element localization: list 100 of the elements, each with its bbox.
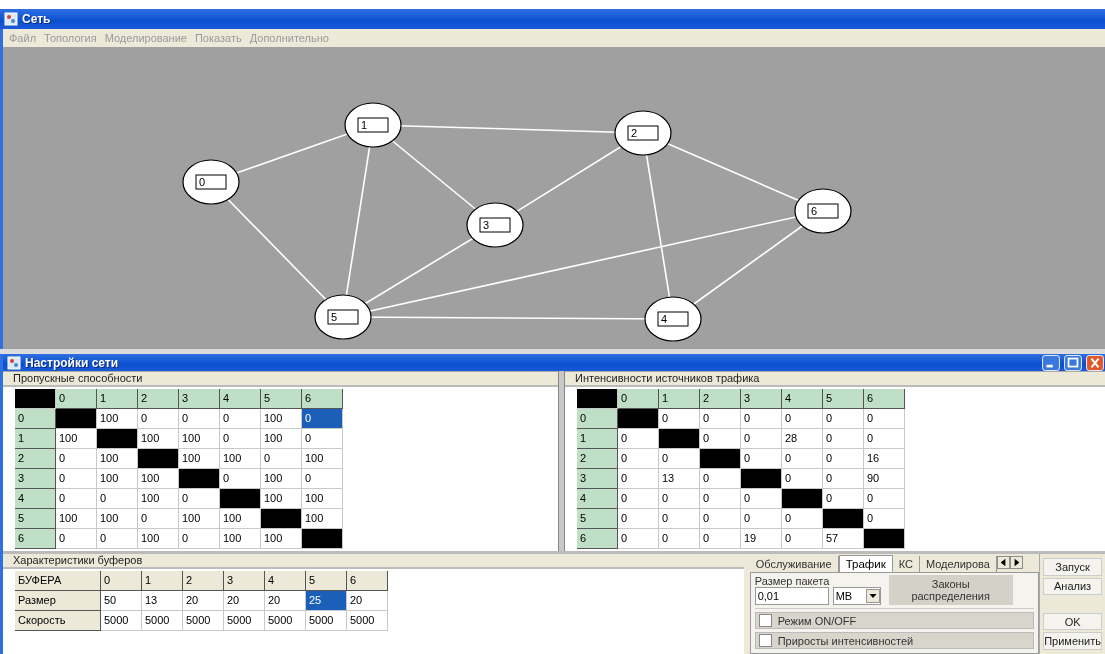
table-cell[interactable]: 0 bbox=[179, 489, 220, 509]
checkbox[interactable] bbox=[758, 614, 772, 627]
table-cell[interactable]: 0 bbox=[659, 529, 700, 549]
minimize-icon[interactable] bbox=[1041, 354, 1061, 371]
table-cell[interactable]: 0 bbox=[261, 449, 302, 469]
table-cell[interactable]: 0 bbox=[741, 509, 782, 529]
table-cell[interactable]: 0 bbox=[618, 529, 659, 549]
table-cell[interactable]: 100 bbox=[261, 529, 302, 549]
table-cell[interactable]: 0 bbox=[56, 449, 97, 469]
table-cell[interactable]: 0 bbox=[302, 409, 343, 429]
table-cell[interactable]: 5000 bbox=[101, 611, 142, 631]
table-cell[interactable]: 100 bbox=[97, 449, 138, 469]
table-cell[interactable]: 0 bbox=[864, 509, 905, 529]
table-cell[interactable]: 100 bbox=[179, 429, 220, 449]
table-cell[interactable]: 100 bbox=[138, 429, 179, 449]
table-cell[interactable]: 90 bbox=[864, 469, 905, 489]
table-cell[interactable]: 0 bbox=[741, 489, 782, 509]
table-cell[interactable]: 5000 bbox=[142, 611, 183, 631]
table-cell[interactable]: 100 bbox=[138, 469, 179, 489]
table-cell[interactable]: 19 bbox=[741, 529, 782, 549]
action-button[interactable]: Анализ bbox=[1043, 577, 1102, 596]
table-cell[interactable]: 20 bbox=[265, 591, 306, 611]
table-cell[interactable]: 0 bbox=[659, 409, 700, 429]
table-cell[interactable]: 13 bbox=[142, 591, 183, 611]
table-cell[interactable]: 0 bbox=[782, 409, 823, 429]
table-cell[interactable]: 0 bbox=[220, 409, 261, 429]
table-cell[interactable]: 100 bbox=[261, 489, 302, 509]
table-cell[interactable]: 0 bbox=[823, 409, 864, 429]
table-cell[interactable]: 0 bbox=[823, 429, 864, 449]
table-cell[interactable]: 100 bbox=[138, 529, 179, 549]
table-cell[interactable]: 0 bbox=[700, 509, 741, 529]
table-cell[interactable]: 5000 bbox=[306, 611, 347, 631]
table-cell[interactable]: 5000 bbox=[347, 611, 388, 631]
table-cell[interactable]: 0 bbox=[659, 449, 700, 469]
table-cell[interactable]: 0 bbox=[864, 429, 905, 449]
table-cell[interactable]: 100 bbox=[138, 489, 179, 509]
table-cell[interactable]: 50 bbox=[101, 591, 142, 611]
distribution-laws-button[interactable]: Законы распределения bbox=[888, 575, 1013, 605]
table-cell[interactable]: 0 bbox=[864, 409, 905, 429]
table-cell[interactable]: 0 bbox=[618, 429, 659, 449]
table-cell[interactable]: 20 bbox=[224, 591, 265, 611]
table-cell[interactable]: 0 bbox=[782, 469, 823, 489]
table-cell[interactable]: 0 bbox=[741, 429, 782, 449]
table-cell[interactable]: 100 bbox=[220, 449, 261, 469]
table-cell[interactable]: 0 bbox=[700, 469, 741, 489]
action-button[interactable]: Запуск bbox=[1043, 558, 1102, 576]
table-cell[interactable]: 0 bbox=[138, 509, 179, 529]
table-cell[interactable]: 5000 bbox=[183, 611, 224, 631]
packet-size-field[interactable]: 0,01 bbox=[754, 587, 829, 605]
table-cell[interactable]: 100 bbox=[220, 509, 261, 529]
table-cell[interactable]: 0 bbox=[782, 509, 823, 529]
scroll-right-icon[interactable] bbox=[1009, 556, 1023, 569]
table-cell[interactable]: 0 bbox=[823, 489, 864, 509]
table-cell[interactable]: 100 bbox=[56, 429, 97, 449]
table-cell[interactable]: 0 bbox=[97, 489, 138, 509]
table-cell[interactable]: 0 bbox=[179, 409, 220, 429]
table-cell[interactable]: 0 bbox=[659, 509, 700, 529]
action-button[interactable]: Применить bbox=[1043, 632, 1102, 650]
table-cell[interactable]: 0 bbox=[302, 469, 343, 489]
table-cell[interactable]: 100 bbox=[302, 509, 343, 529]
table-cell[interactable]: 100 bbox=[56, 509, 97, 529]
table-cell[interactable]: 0 bbox=[97, 529, 138, 549]
table-cell[interactable]: 0 bbox=[782, 529, 823, 549]
tab[interactable]: Трафик bbox=[838, 555, 893, 572]
table-cell[interactable]: 0 bbox=[700, 429, 741, 449]
maximize-icon[interactable] bbox=[1063, 354, 1083, 371]
table-cell[interactable]: 100 bbox=[97, 509, 138, 529]
table-cell[interactable]: 5000 bbox=[265, 611, 306, 631]
table-cell[interactable]: 0 bbox=[220, 429, 261, 449]
unit-dropdown[interactable]: MB bbox=[832, 587, 881, 605]
table-cell[interactable]: 100 bbox=[261, 409, 302, 429]
table-cell[interactable]: 100 bbox=[220, 529, 261, 549]
checkbox[interactable] bbox=[758, 634, 772, 647]
table-cell[interactable]: 0 bbox=[618, 509, 659, 529]
table-cell[interactable]: 100 bbox=[261, 429, 302, 449]
table-cell[interactable]: 0 bbox=[302, 429, 343, 449]
table-cell[interactable]: 13 bbox=[659, 469, 700, 489]
table-cell[interactable]: 0 bbox=[138, 409, 179, 429]
table-cell[interactable]: 0 bbox=[618, 449, 659, 469]
scroll-left-icon[interactable] bbox=[996, 556, 1010, 569]
table-cell[interactable]: 100 bbox=[97, 409, 138, 429]
table-cell[interactable]: 100 bbox=[302, 489, 343, 509]
table-cell[interactable]: 0 bbox=[700, 529, 741, 549]
table-cell[interactable]: 100 bbox=[261, 469, 302, 489]
table-cell[interactable]: 0 bbox=[823, 449, 864, 469]
table-cell[interactable]: 20 bbox=[347, 591, 388, 611]
table-cell[interactable]: 5000 bbox=[224, 611, 265, 631]
table-cell[interactable]: 0 bbox=[741, 409, 782, 429]
table-cell[interactable]: 16 bbox=[864, 449, 905, 469]
table-cell[interactable]: 0 bbox=[782, 449, 823, 469]
table-cell[interactable]: 100 bbox=[179, 449, 220, 469]
table-cell[interactable]: 0 bbox=[823, 469, 864, 489]
table-cell[interactable]: 0 bbox=[56, 529, 97, 549]
table-cell[interactable]: 0 bbox=[700, 409, 741, 429]
action-button[interactable]: OK bbox=[1043, 612, 1102, 631]
table-cell[interactable]: 25 bbox=[306, 591, 347, 611]
table-cell[interactable]: 0 bbox=[659, 489, 700, 509]
table-cell[interactable]: 28 bbox=[782, 429, 823, 449]
table-cell[interactable]: 100 bbox=[97, 469, 138, 489]
table-cell[interactable]: 57 bbox=[823, 529, 864, 549]
